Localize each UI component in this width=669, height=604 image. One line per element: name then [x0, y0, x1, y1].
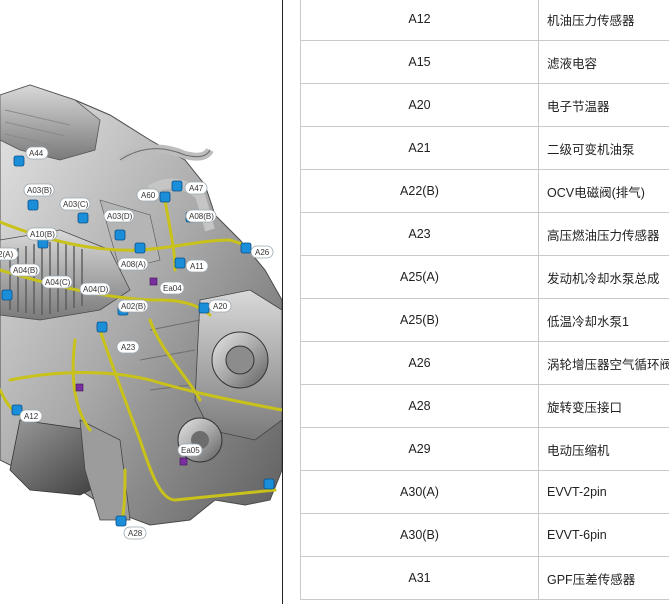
- callout-a44: A44: [25, 146, 49, 160]
- callout-a12: A12: [19, 409, 43, 423]
- callout-a23: A23: [116, 340, 140, 354]
- connector-name: EVVT-2pin: [538, 470, 669, 514]
- table-row: A20 电子节温器: [300, 83, 669, 127]
- svg-text:A08(B): A08(B): [189, 212, 214, 221]
- callout-a03b: A03(B): [23, 183, 55, 197]
- callout-a10b: A10(B): [26, 227, 58, 241]
- svg-text:A12: A12: [24, 412, 39, 421]
- connector-code: A29: [300, 427, 539, 471]
- connector-code: A21: [300, 126, 539, 170]
- connector-name: GPF压差传感器: [538, 556, 669, 600]
- callout-a28: A28: [123, 526, 147, 540]
- connector-name: 低温冷却水泵1: [538, 298, 669, 342]
- svg-text:A04(D): A04(D): [83, 285, 109, 294]
- connector-code: A30(A): [300, 470, 539, 514]
- table-row: A15 滤液电容: [300, 40, 669, 84]
- svg-text:A44: A44: [29, 149, 44, 158]
- svg-text:A04(C): A04(C): [45, 278, 71, 287]
- connector-code: A22(B): [300, 169, 539, 213]
- callout-ea04: Ea04: [159, 281, 185, 295]
- svg-text:A02(B): A02(B): [121, 302, 146, 311]
- callout-a08a: A08(A): [117, 257, 149, 271]
- table-row: A12 机油压力传感器: [300, 0, 669, 41]
- callout-a2a: 2(A): [0, 247, 19, 261]
- svg-text:A03(D): A03(D): [107, 212, 133, 221]
- callout-a04d: A04(D): [79, 282, 111, 296]
- connector-code: A15: [300, 40, 539, 84]
- connector-name: 机油压力传感器: [538, 0, 669, 41]
- table-row: A29 电动压缩机: [300, 427, 669, 471]
- svg-text:A11: A11: [190, 262, 204, 271]
- connector-table-panel: A12 机油压力传感器 A15 滤液电容 A20 电子节温器 A21 二级可变机油泵 A…: [300, 0, 669, 604]
- connector-name: 电子节温器: [538, 83, 669, 127]
- svg-text:A28: A28: [128, 529, 143, 538]
- svg-text:2(A): 2(A): [0, 250, 13, 259]
- svg-text:A60: A60: [141, 191, 156, 200]
- connector-code: A31: [300, 556, 539, 600]
- connector-code: A25(A): [300, 255, 539, 299]
- svg-text:A23: A23: [121, 343, 136, 352]
- connector-name: 滤液电容: [538, 40, 669, 84]
- engine-illustration: A44 A03(B) A03(C) A03(D) A60 A47 A08(B) …: [0, 84, 282, 540]
- callout-a47: A47: [184, 181, 208, 195]
- table-row: A22(B) OCV电磁阀(排气): [300, 169, 669, 213]
- svg-text:A03(C): A03(C): [63, 200, 89, 209]
- table-row: A25(B) 低温冷却水泵1: [300, 298, 669, 342]
- connector-code: A26: [300, 341, 539, 385]
- connector-name: 旋转变压接口: [538, 384, 669, 428]
- callout-a04b: A04(B): [9, 263, 41, 277]
- connector-code: A30(B): [300, 513, 539, 557]
- connector-name: 涡轮增压器空气循环阀: [538, 341, 669, 385]
- callout-a03d: A03(D): [103, 209, 135, 223]
- connector-name: EVVT-6pin: [538, 513, 669, 557]
- connector-code: A20: [300, 83, 539, 127]
- connector-name: 二级可变机油泵: [538, 126, 669, 170]
- svg-text:A08(A): A08(A): [121, 260, 146, 269]
- panel-divider: [282, 0, 283, 604]
- callout-a11: A11: [185, 259, 209, 273]
- table-row: A31 GPF压差传感器: [300, 556, 669, 600]
- table-row: A28 旋转变压接口: [300, 384, 669, 428]
- table-row: A25(A) 发动机冷却水泵总成: [300, 255, 669, 299]
- callout-a60: A60: [136, 188, 160, 202]
- connector-code: A25(B): [300, 298, 539, 342]
- callout-a26: A26: [250, 245, 274, 259]
- callout-a08b: A08(B): [185, 209, 217, 223]
- callout-a20: A20: [208, 299, 232, 313]
- table-row: A30(A) EVVT-2pin: [300, 470, 669, 514]
- svg-text:Ea04: Ea04: [163, 284, 182, 293]
- callout-a03c: A03(C): [59, 197, 91, 211]
- connector-code: A12: [300, 0, 539, 41]
- connector-table: A12 机油压力传感器 A15 滤液电容 A20 电子节温器 A21 二级可变机油泵 A…: [300, 0, 669, 600]
- callout-a02b: A02(B): [117, 299, 149, 313]
- table-row: A26 涡轮增压器空气循环阀: [300, 341, 669, 385]
- connector-name: 电动压缩机: [538, 427, 669, 471]
- svg-text:A10(B): A10(B): [30, 230, 55, 239]
- connector-name: 高压燃油压力传感器: [538, 212, 669, 256]
- callout-a04c: A04(C): [41, 275, 73, 289]
- callout-ea05: Ea05: [177, 443, 203, 457]
- svg-text:A03(B): A03(B): [27, 186, 52, 195]
- connector-code: A23: [300, 212, 539, 256]
- svg-text:Ea05: Ea05: [181, 446, 200, 455]
- svg-text:A20: A20: [213, 302, 228, 311]
- table-row: A23 高压燃油压力传感器: [300, 212, 669, 256]
- svg-text:A04(B): A04(B): [13, 266, 38, 275]
- svg-text:A26: A26: [255, 248, 270, 257]
- connector-name: OCV电磁阀(排气): [538, 169, 669, 213]
- svg-text:A47: A47: [189, 184, 204, 193]
- engine-harness-diagram: A44 A03(B) A03(C) A03(D) A60 A47 A08(B) …: [0, 0, 282, 604]
- table-row: A30(B) EVVT-6pin: [300, 513, 669, 557]
- connector-code: A28: [300, 384, 539, 428]
- table-row: A21 二级可变机油泵: [300, 126, 669, 170]
- connector-name: 发动机冷却水泵总成: [538, 255, 669, 299]
